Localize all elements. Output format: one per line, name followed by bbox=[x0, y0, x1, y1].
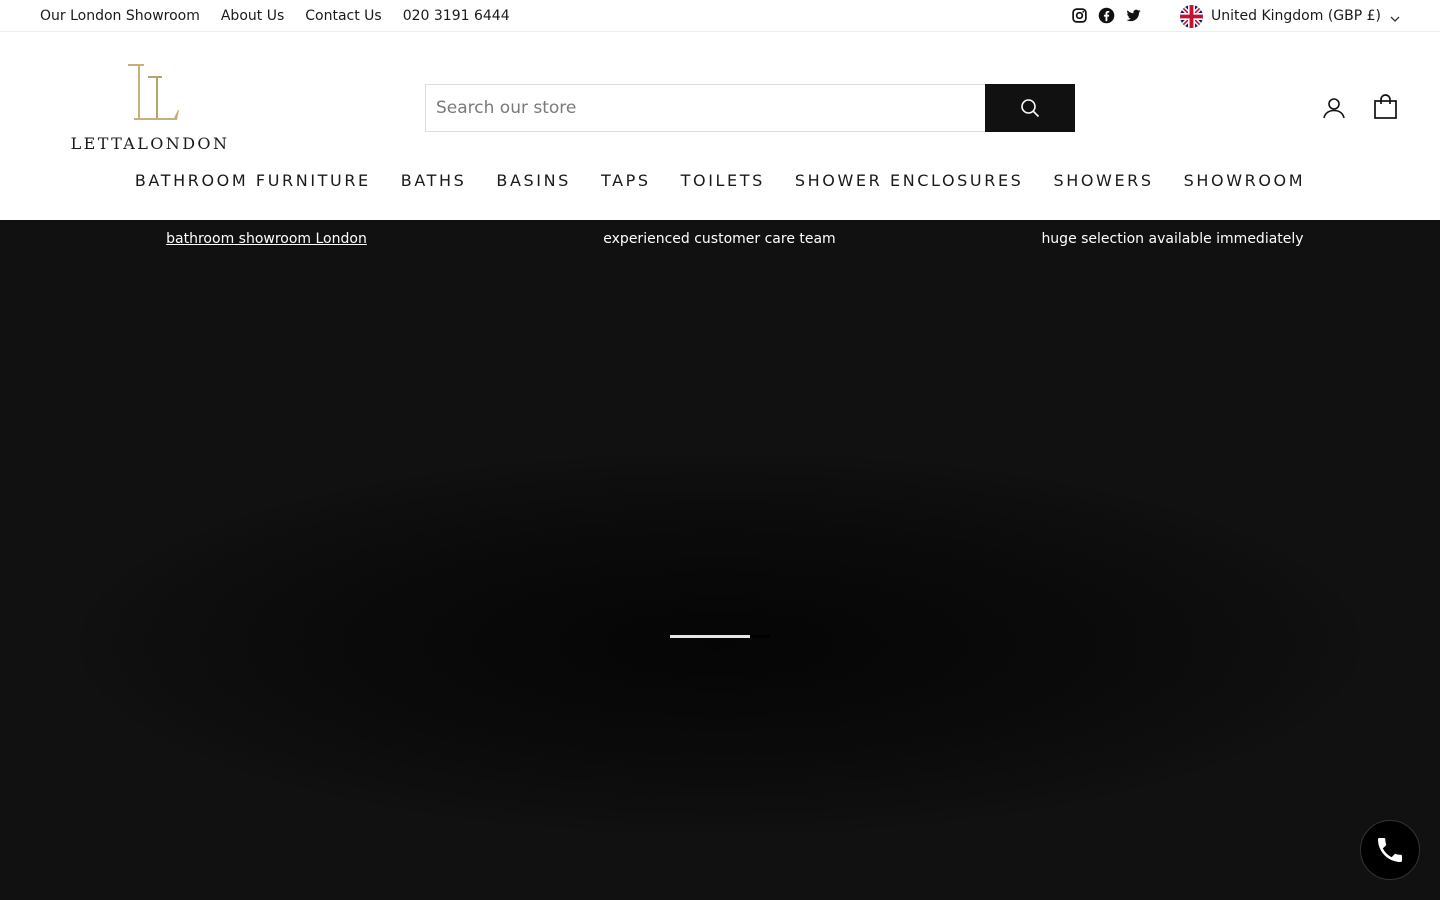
cart-icon[interactable] bbox=[1373, 94, 1398, 120]
nav-item-basins[interactable]: BASINS bbox=[496, 168, 571, 194]
nav-item-baths[interactable]: BATHS bbox=[401, 168, 467, 194]
search-icon bbox=[1020, 98, 1040, 118]
promo-customer-care: experienced customer care team bbox=[603, 231, 836, 247]
account-icon[interactable] bbox=[1322, 96, 1346, 120]
region-selector[interactable]: United Kingdom (GBP £) bbox=[1180, 4, 1401, 28]
uk-flag-icon bbox=[1180, 4, 1203, 28]
logo-wordmark: LETTALONDON bbox=[70, 134, 230, 153]
about-us-link[interactable]: About Us bbox=[221, 8, 284, 24]
search-form bbox=[425, 84, 1075, 132]
nav-item-showers[interactable]: SHOWERS bbox=[1053, 168, 1153, 194]
social-links bbox=[1071, 7, 1142, 24]
phone-number-link[interactable]: 020 3191 6444 bbox=[403, 8, 510, 24]
main-navigation: BATHROOM FURNITURE BATHS BASINS TAPS TOI… bbox=[0, 168, 1440, 194]
call-button[interactable] bbox=[1360, 820, 1420, 880]
hero-loading-area bbox=[0, 264, 1440, 900]
contact-us-link[interactable]: Contact Us bbox=[305, 8, 381, 24]
search-input[interactable] bbox=[425, 84, 985, 132]
nav-item-taps[interactable]: TAPS bbox=[601, 168, 651, 194]
phone-icon bbox=[1374, 834, 1406, 866]
facebook-icon[interactable] bbox=[1098, 7, 1115, 24]
chevron-down-icon bbox=[1389, 10, 1401, 22]
hero-shadow bbox=[80, 454, 1360, 834]
top-utility-bar: Our London Showroom About Us Contact Us … bbox=[0, 0, 1440, 32]
site-header: LETTALONDON BATHROOM FURNITURE BATHS BAS… bbox=[0, 32, 1440, 220]
region-label: United Kingdom (GBP £) bbox=[1211, 8, 1381, 24]
letta-london-logo[interactable]: LETTALONDON bbox=[70, 62, 230, 154]
top-links: Our London Showroom About Us Contact Us … bbox=[40, 0, 510, 32]
nav-item-bathroom-furniture[interactable]: BATHROOM FURNITURE bbox=[135, 168, 371, 194]
nav-item-toilets[interactable]: TOILETS bbox=[681, 168, 765, 194]
search-button[interactable] bbox=[985, 84, 1075, 132]
promo-selection: huge selection available immediately bbox=[1041, 231, 1304, 247]
promo-showroom-link[interactable]: bathroom showroom London bbox=[40, 231, 493, 247]
loading-progress-bar bbox=[670, 635, 770, 638]
nav-item-showroom[interactable]: SHOWROOM bbox=[1184, 168, 1306, 194]
logo-monogram-icon bbox=[122, 62, 180, 130]
twitter-icon[interactable] bbox=[1125, 7, 1142, 24]
nav-item-shower-enclosures[interactable]: SHOWER ENCLOSURES bbox=[795, 168, 1024, 194]
promo-strip: bathroom showroom London experienced cus… bbox=[0, 220, 1440, 264]
our-london-showroom-link[interactable]: Our London Showroom bbox=[40, 8, 200, 24]
instagram-icon[interactable] bbox=[1071, 7, 1088, 24]
loading-progress-fill bbox=[670, 635, 750, 638]
